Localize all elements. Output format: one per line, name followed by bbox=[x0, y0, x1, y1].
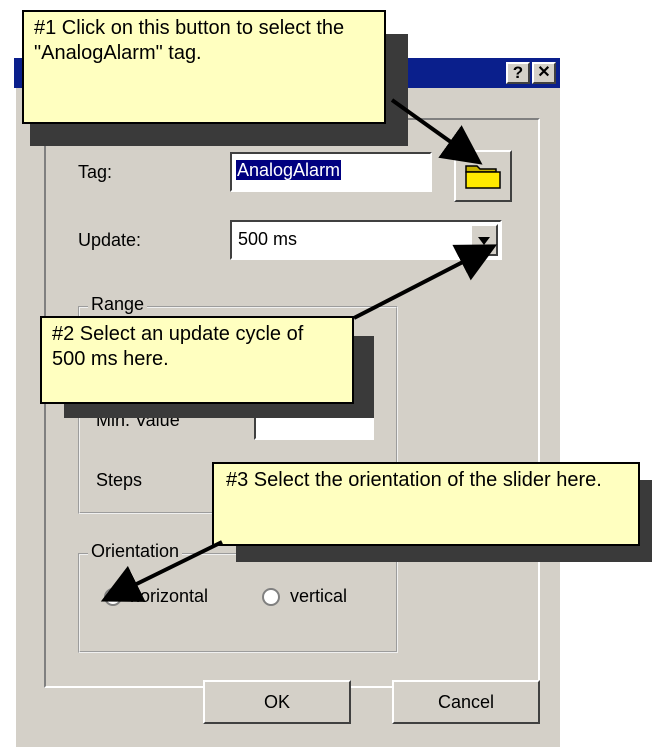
arrow-2 bbox=[353, 244, 498, 320]
arrow-1 bbox=[390, 98, 483, 165]
callout-arrows bbox=[100, 98, 498, 602]
arrow-3 bbox=[100, 540, 223, 602]
